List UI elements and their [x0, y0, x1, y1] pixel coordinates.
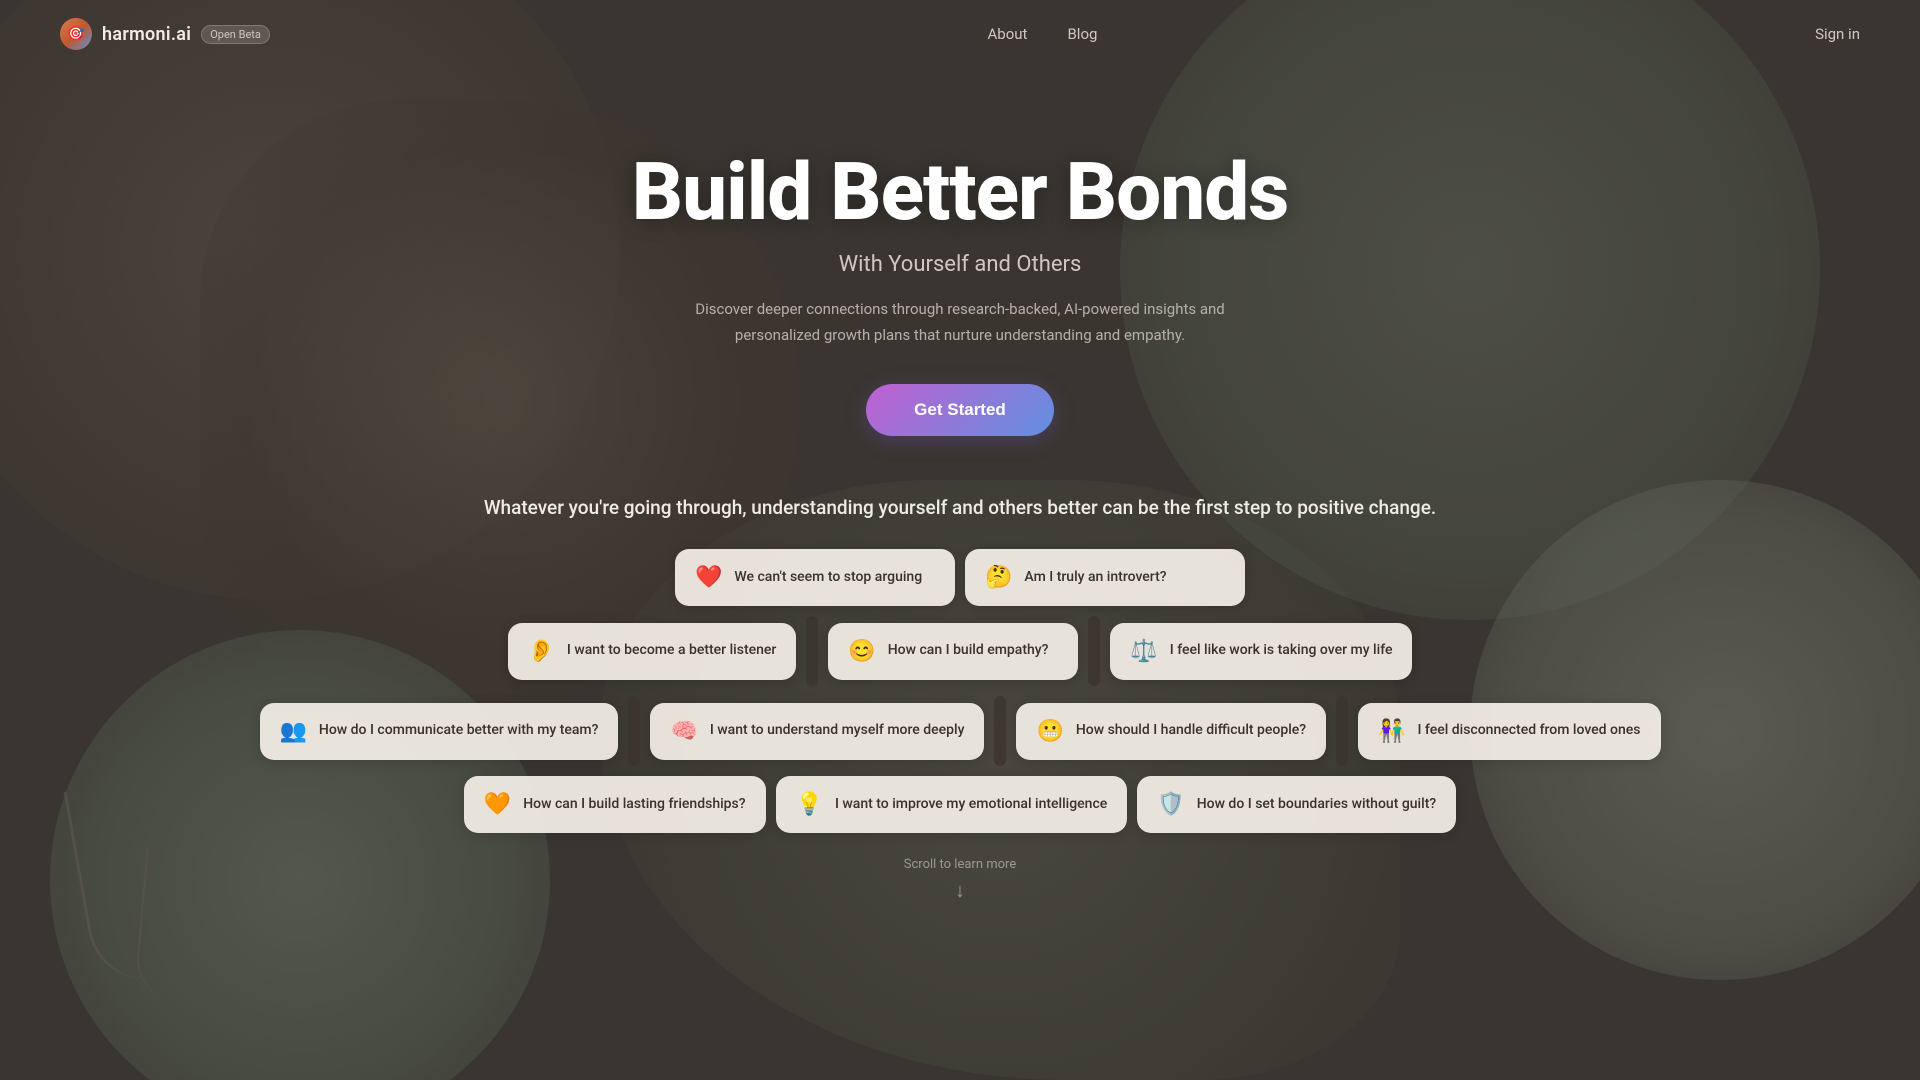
card-friendships[interactable]: 🧡 How can I build lasting friendships? — [464, 776, 766, 833]
card-disconnected-text: I feel disconnected from loved ones — [1417, 721, 1640, 741]
cards-row-1: ❤️ We can't seem to stop arguing 🤔 Am I … — [675, 549, 1245, 606]
logo-text[interactable]: harmoni.ai — [102, 24, 191, 45]
scroll-indicator: Scroll to learn more ↓ — [0, 857, 1920, 903]
card-empathy-text: How can I build empathy? — [888, 641, 1049, 661]
navbar-logo-group: 🎯 harmoni.ai Open Beta — [60, 18, 270, 50]
card-listener[interactable]: 👂 I want to become a better listener — [508, 623, 797, 680]
card-team-text: How do I communicate better with my team… — [319, 721, 599, 741]
brain-icon: 🧠 — [670, 719, 697, 744]
hero-description: Discover deeper connections through rese… — [680, 297, 1240, 348]
heart-hands-icon: 🧡 — [484, 792, 511, 817]
card-separator-5 — [1336, 696, 1348, 766]
card-separator-1 — [806, 616, 818, 686]
grimace-icon: 😬 — [1036, 719, 1063, 744]
card-emotional-intelligence[interactable]: 💡 I want to improve my emotional intelli… — [776, 776, 1128, 833]
card-difficult-people[interactable]: 😬 How should I handle difficult people? — [1016, 703, 1326, 760]
card-listener-text: I want to become a better listener — [567, 641, 776, 661]
cards-row-3: 👥 How do I communicate better with my te… — [260, 696, 1661, 766]
card-introvert[interactable]: 🤔 Am I truly an introvert? — [965, 549, 1245, 606]
navbar: 🎯 harmoni.ai Open Beta About Blog Sign i… — [0, 0, 1920, 68]
card-understand-self[interactable]: 🧠 I want to understand myself more deepl… — [650, 703, 984, 760]
smile-icon: 😊 — [848, 639, 875, 664]
signin-button[interactable]: Sign in — [1815, 25, 1860, 43]
card-disconnected[interactable]: 👫 I feel disconnected from loved ones — [1358, 703, 1660, 760]
scale-icon: ⚖️ — [1130, 639, 1157, 664]
card-separator-4 — [994, 696, 1006, 766]
card-difficult-people-text: How should I handle difficult people? — [1076, 721, 1306, 741]
team-icon: 👥 — [280, 719, 307, 744]
tagline-text: Whatever you're going through, understan… — [0, 496, 1920, 519]
cards-row-2: 👂 I want to become a better listener 😊 H… — [508, 616, 1413, 686]
card-boundaries[interactable]: 🛡️ How do I set boundaries without guilt… — [1137, 776, 1456, 833]
scroll-text: Scroll to learn more — [0, 857, 1920, 872]
thinking-icon: 🤔 — [985, 565, 1012, 590]
card-friendships-text: How can I build lasting friendships? — [523, 795, 745, 815]
card-separator-2 — [1088, 616, 1100, 686]
card-understand-self-text: I want to understand myself more deeply — [710, 721, 965, 741]
nav-blog[interactable]: Blog — [1067, 25, 1097, 43]
card-introvert-text: Am I truly an introvert? — [1024, 568, 1166, 588]
shield-icon: 🛡️ — [1157, 792, 1184, 817]
cards-row-4: 🧡 How can I build lasting friendships? 💡… — [464, 776, 1456, 833]
card-boundaries-text: How do I set boundaries without guilt? — [1197, 795, 1436, 815]
card-arguing[interactable]: ❤️ We can't seem to stop arguing — [675, 549, 955, 606]
cards-section: ❤️ We can't seem to stop arguing 🤔 Am I … — [0, 549, 1920, 833]
scroll-arrow-icon: ↓ — [0, 878, 1920, 903]
hero-title: Build Better Bonds — [0, 148, 1920, 236]
beta-badge: Open Beta — [201, 25, 270, 44]
card-empathy[interactable]: 😊 How can I build empathy? — [828, 623, 1078, 680]
get-started-button[interactable]: Get Started — [866, 384, 1054, 436]
ear-icon: 👂 — [528, 639, 555, 664]
logo-icon: 🎯 — [60, 18, 92, 50]
heart-icon: ❤️ — [695, 565, 722, 590]
card-separator-3 — [628, 696, 640, 766]
nav-about[interactable]: About — [988, 25, 1028, 43]
navbar-links: About Blog — [988, 25, 1098, 43]
card-team[interactable]: 👥 How do I communicate better with my te… — [260, 703, 619, 760]
tagline-section: Whatever you're going through, understan… — [0, 496, 1920, 519]
hero-section: Build Better Bonds With Yourself and Oth… — [0, 68, 1920, 436]
card-arguing-text: We can't seem to stop arguing — [734, 568, 922, 588]
card-work-text: I feel like work is taking over my life — [1170, 641, 1393, 661]
hero-subtitle: With Yourself and Others — [0, 252, 1920, 277]
card-emotional-intelligence-text: I want to improve my emotional intellige… — [835, 795, 1107, 815]
card-work[interactable]: ⚖️ I feel like work is taking over my li… — [1110, 623, 1412, 680]
lightbulb-icon: 💡 — [796, 792, 823, 817]
people-icon: 👫 — [1378, 719, 1405, 744]
